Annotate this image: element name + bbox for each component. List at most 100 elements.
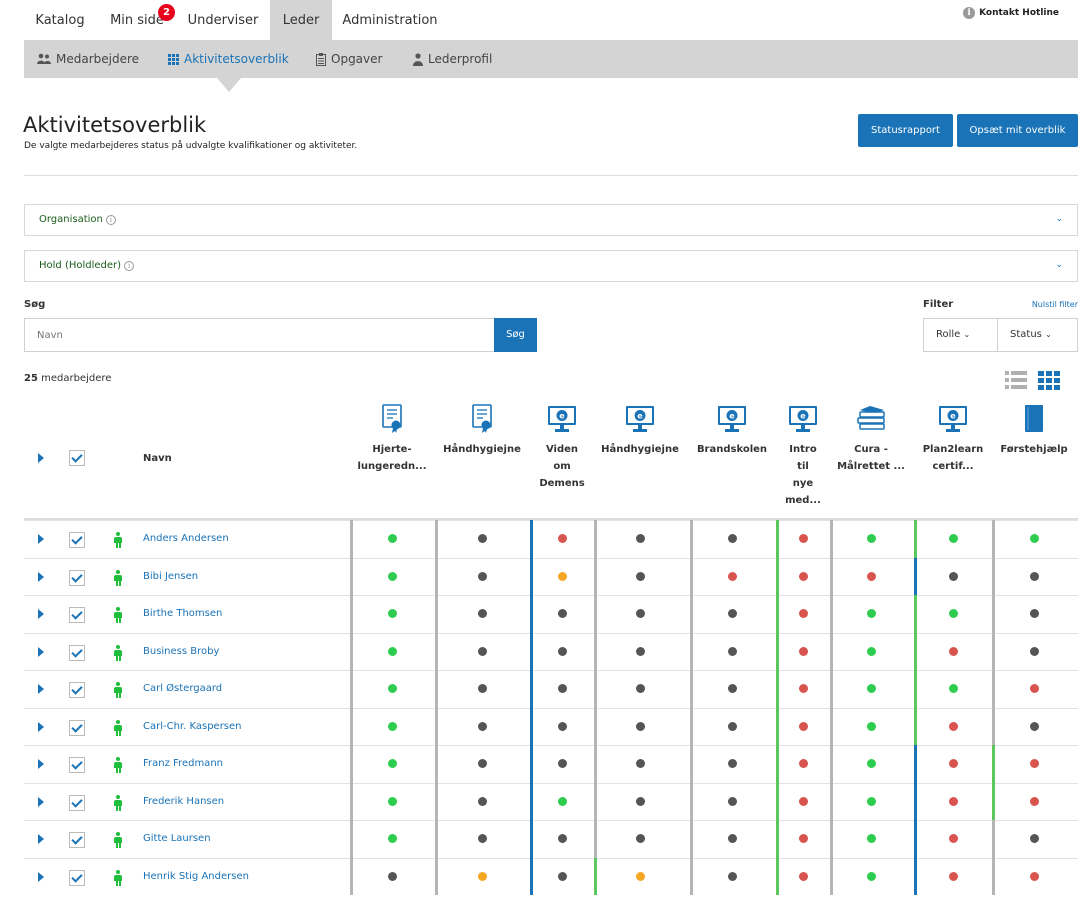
status-dot-red[interactable] xyxy=(1029,796,1039,806)
status-dot-green[interactable] xyxy=(387,796,397,806)
status-dot-green[interactable] xyxy=(387,759,397,768)
setup-overview-button[interactable]: Opsæt mit overblik xyxy=(957,114,1078,147)
status-dot-grey[interactable] xyxy=(727,609,737,618)
status-dot-green[interactable] xyxy=(866,759,876,768)
status-dot-grey[interactable] xyxy=(727,759,737,768)
status-dot-grey[interactable] xyxy=(727,834,737,843)
expand-row-icon[interactable] xyxy=(38,871,44,882)
status-dot-red[interactable] xyxy=(557,534,567,543)
status-dot-grey[interactable] xyxy=(477,834,487,843)
status-dot-green[interactable] xyxy=(866,684,876,693)
search-button[interactable]: Søg xyxy=(494,318,537,352)
grid-view-icon[interactable] xyxy=(1038,370,1060,390)
status-dot-grey[interactable] xyxy=(557,871,567,881)
status-dot-red[interactable] xyxy=(727,571,737,581)
status-dot-grey[interactable] xyxy=(635,834,645,843)
row-checkbox[interactable] xyxy=(69,719,85,736)
subnav-aktivitetsoverblik[interactable]: Aktivitetsoverblik xyxy=(168,40,289,78)
row-checkbox[interactable] xyxy=(69,682,85,698)
row-checkbox[interactable] xyxy=(69,644,85,661)
status-dot-green[interactable] xyxy=(387,684,397,693)
status-dot-grey[interactable] xyxy=(477,646,487,656)
status-dot-grey[interactable] xyxy=(727,646,737,656)
status-dot-red[interactable] xyxy=(798,609,808,618)
expand-row-icon[interactable] xyxy=(38,534,44,544)
row-checkbox[interactable] xyxy=(69,794,85,811)
status-dot-red[interactable] xyxy=(798,796,808,806)
status-dot-grey[interactable] xyxy=(727,871,737,881)
row-checkbox[interactable] xyxy=(69,757,85,773)
column-header[interactable]: Viden om Demens xyxy=(517,441,607,492)
expand-row-icon[interactable] xyxy=(38,721,44,732)
status-dot-grey[interactable] xyxy=(1029,646,1039,656)
status-dot-grey[interactable] xyxy=(635,609,645,618)
column-header[interactable]: Håndhygiejne xyxy=(437,441,527,458)
column-header[interactable]: Hjerte- lungeredn... xyxy=(347,441,437,475)
status-dot-green[interactable] xyxy=(866,721,876,731)
status-dot-grey[interactable] xyxy=(635,534,645,543)
status-dot-green[interactable] xyxy=(866,534,876,543)
status-dot-grey[interactable] xyxy=(557,684,567,693)
status-dot-red[interactable] xyxy=(948,834,958,843)
status-dot-green[interactable] xyxy=(866,646,876,656)
status-filter-dropdown[interactable]: Status ⌄ xyxy=(997,318,1078,352)
status-dot-red[interactable] xyxy=(798,684,808,693)
list-view-icon[interactable] xyxy=(1005,370,1027,390)
status-dot-green[interactable] xyxy=(866,871,876,881)
status-dot-grey[interactable] xyxy=(1029,721,1039,731)
status-dot-grey[interactable] xyxy=(387,871,397,881)
status-dot-grey[interactable] xyxy=(557,834,567,843)
row-checkbox[interactable] xyxy=(69,869,85,886)
status-dot-grey[interactable] xyxy=(477,796,487,806)
employee-name-link[interactable]: Henrik Stig Andersen xyxy=(143,871,249,882)
employee-name-link[interactable]: Franz Fredmann xyxy=(143,758,223,769)
status-dot-red[interactable] xyxy=(798,871,808,881)
expand-row-icon[interactable] xyxy=(38,609,44,619)
status-dot-green[interactable] xyxy=(866,796,876,806)
employee-name-link[interactable]: Birthe Thomsen xyxy=(143,608,222,619)
row-checkbox[interactable] xyxy=(69,569,85,586)
status-dot-orange[interactable] xyxy=(635,871,645,881)
tab-administration[interactable]: Administration xyxy=(334,0,446,40)
status-dot-grey[interactable] xyxy=(477,759,487,768)
status-dot-green[interactable] xyxy=(387,646,397,656)
status-dot-green[interactable] xyxy=(948,609,958,618)
status-dot-red[interactable] xyxy=(948,646,958,656)
status-dot-red[interactable] xyxy=(798,721,808,731)
subnav-opgaver[interactable]: Opgaver xyxy=(316,40,382,78)
status-dot-grey[interactable] xyxy=(1029,834,1039,843)
status-dot-grey[interactable] xyxy=(477,684,487,693)
expand-row-icon[interactable] xyxy=(38,646,44,657)
row-checkbox[interactable] xyxy=(69,832,85,848)
status-dot-grey[interactable] xyxy=(477,571,487,581)
status-dot-red[interactable] xyxy=(1029,759,1039,768)
status-dot-grey[interactable] xyxy=(1029,609,1039,618)
status-dot-green[interactable] xyxy=(866,834,876,843)
status-dot-green[interactable] xyxy=(387,534,397,543)
search-input[interactable] xyxy=(24,318,495,352)
status-dot-red[interactable] xyxy=(798,834,808,843)
status-dot-red[interactable] xyxy=(948,871,958,881)
expand-row-icon[interactable] xyxy=(38,759,44,769)
employee-name-link[interactable]: Carl Østergaard xyxy=(143,683,222,694)
status-dot-green[interactable] xyxy=(866,609,876,618)
reset-filter-link[interactable]: Nulstil filter xyxy=(1032,300,1078,309)
contact-hotline-link[interactable]: i Kontakt Hotline xyxy=(963,7,1059,19)
employee-name-link[interactable]: Business Broby xyxy=(143,646,219,657)
employee-name-link[interactable]: Gitte Laursen xyxy=(143,833,211,844)
tab-underviser[interactable]: Underviser xyxy=(178,0,268,40)
column-header[interactable]: Cura - Målrettet ... xyxy=(826,441,916,475)
status-dot-red[interactable] xyxy=(948,721,958,731)
status-dot-grey[interactable] xyxy=(557,721,567,731)
status-dot-grey[interactable] xyxy=(557,646,567,656)
status-dot-grey[interactable] xyxy=(557,609,567,618)
status-dot-red[interactable] xyxy=(798,571,808,581)
status-dot-red[interactable] xyxy=(866,571,876,581)
status-dot-grey[interactable] xyxy=(635,721,645,731)
status-dot-red[interactable] xyxy=(948,796,958,806)
status-dot-grey[interactable] xyxy=(477,609,487,618)
row-checkbox[interactable] xyxy=(69,532,85,548)
status-dot-red[interactable] xyxy=(1029,871,1039,881)
column-header[interactable]: Håndhygiejne xyxy=(595,441,685,458)
employee-name-link[interactable]: Bibi Jensen xyxy=(143,571,198,582)
